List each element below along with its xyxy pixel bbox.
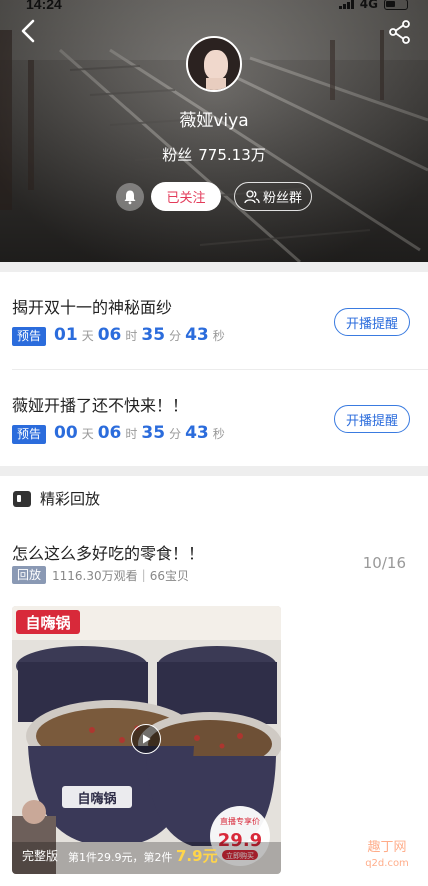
section-title: 精彩回放 bbox=[40, 490, 101, 508]
view-count: 1116.30万观看 bbox=[52, 568, 138, 583]
fans-count: 粉丝 775.13万 bbox=[0, 144, 428, 165]
preview-title: 薇娅开播了还不快来！！ bbox=[12, 396, 189, 415]
play-button[interactable] bbox=[131, 724, 161, 754]
countdown-seconds: 43 bbox=[185, 325, 209, 345]
countdown-hours: 06 bbox=[97, 423, 122, 443]
back-button[interactable] bbox=[14, 16, 44, 46]
group-icon bbox=[244, 189, 260, 203]
avatar[interactable] bbox=[186, 36, 242, 92]
chevron-left-icon bbox=[21, 19, 35, 43]
replay-section-header: 精彩回放 bbox=[12, 488, 100, 509]
replay-meta: 回放 1116.30万观看 | 66宝贝 bbox=[12, 566, 189, 584]
countdown-hours: 06 bbox=[97, 325, 122, 345]
preview-item[interactable]: 揭开双十一的神秘面纱 预告 01 天 06 时 35 分 43 秒 开播提醒 bbox=[0, 272, 428, 368]
replay-video-thumbnail[interactable]: 自嗨锅 自嗨锅 直播专享价 29.9 立即购买 完整版 第1件29.9元，第2件… bbox=[12, 606, 281, 874]
anchor-header: 14:24 4G 薇娅viya 粉丝 775.13万 已关注 粉丝群 bbox=[0, 0, 428, 262]
countdown-days: 00 bbox=[54, 423, 78, 443]
followed-button[interactable]: 已关注 bbox=[151, 182, 221, 211]
price-caption: 直播专享价 bbox=[220, 816, 260, 826]
replay-counter: 10/16 bbox=[362, 554, 406, 572]
anchor-name: 薇娅viya bbox=[179, 111, 249, 131]
fans-label: 粉丝 bbox=[162, 146, 193, 164]
countdown: 预告 00 天 06 时 35 分 43 秒 bbox=[12, 423, 229, 444]
network-type: 4G bbox=[359, 0, 378, 11]
fans-group-button[interactable]: 粉丝群 bbox=[234, 182, 312, 211]
countdown-seconds: 43 bbox=[185, 423, 209, 443]
watermark-logo: 趣丁网 q2d.com bbox=[365, 840, 409, 869]
status-time: 14:24 bbox=[26, 0, 62, 12]
play-icon bbox=[143, 734, 151, 744]
fans-group-label: 粉丝群 bbox=[262, 191, 302, 206]
preview-item[interactable]: 薇娅开播了还不快来！！ 预告 00 天 06 时 35 分 43 秒 开播提醒 bbox=[0, 370, 428, 466]
video-icon bbox=[13, 490, 31, 507]
countdown: 预告 01 天 06 时 35 分 43 秒 bbox=[12, 325, 229, 346]
full-version-label: 完整版 bbox=[22, 849, 59, 863]
battery-icon bbox=[384, 0, 408, 10]
share-button[interactable] bbox=[386, 18, 414, 46]
promo-text: 第1件29.9元，第2件 7.9元 bbox=[68, 847, 218, 865]
preview-tag: 预告 bbox=[12, 327, 47, 346]
svg-text:自嗨锅: 自嗨锅 bbox=[77, 791, 116, 807]
section-gap bbox=[0, 262, 428, 272]
preview-tag: 预告 bbox=[12, 425, 47, 444]
preview-title: 揭开双十一的神秘面纱 bbox=[12, 298, 173, 317]
countdown-minutes: 35 bbox=[141, 423, 166, 443]
status-bar: 14:24 4G bbox=[0, 0, 428, 16]
countdown-days: 01 bbox=[54, 325, 78, 345]
notification-bell-button[interactable] bbox=[116, 183, 144, 211]
item-count: 66宝贝 bbox=[149, 568, 189, 583]
signal-icon bbox=[338, 0, 354, 9]
countdown-minutes: 35 bbox=[141, 325, 166, 345]
replay-title[interactable]: 怎么这么多好吃的零食！！ bbox=[12, 540, 204, 564]
live-reminder-button[interactable]: 开播提醒 bbox=[334, 308, 410, 336]
share-icon bbox=[389, 20, 410, 44]
live-reminder-button[interactable]: 开播提醒 bbox=[334, 405, 410, 433]
fans-value: 775.13万 bbox=[198, 146, 266, 164]
bell-icon bbox=[124, 190, 136, 205]
brand-logo-text: 自嗨锅 bbox=[25, 614, 70, 632]
section-gap bbox=[0, 466, 428, 476]
replay-tag: 回放 bbox=[12, 566, 47, 584]
